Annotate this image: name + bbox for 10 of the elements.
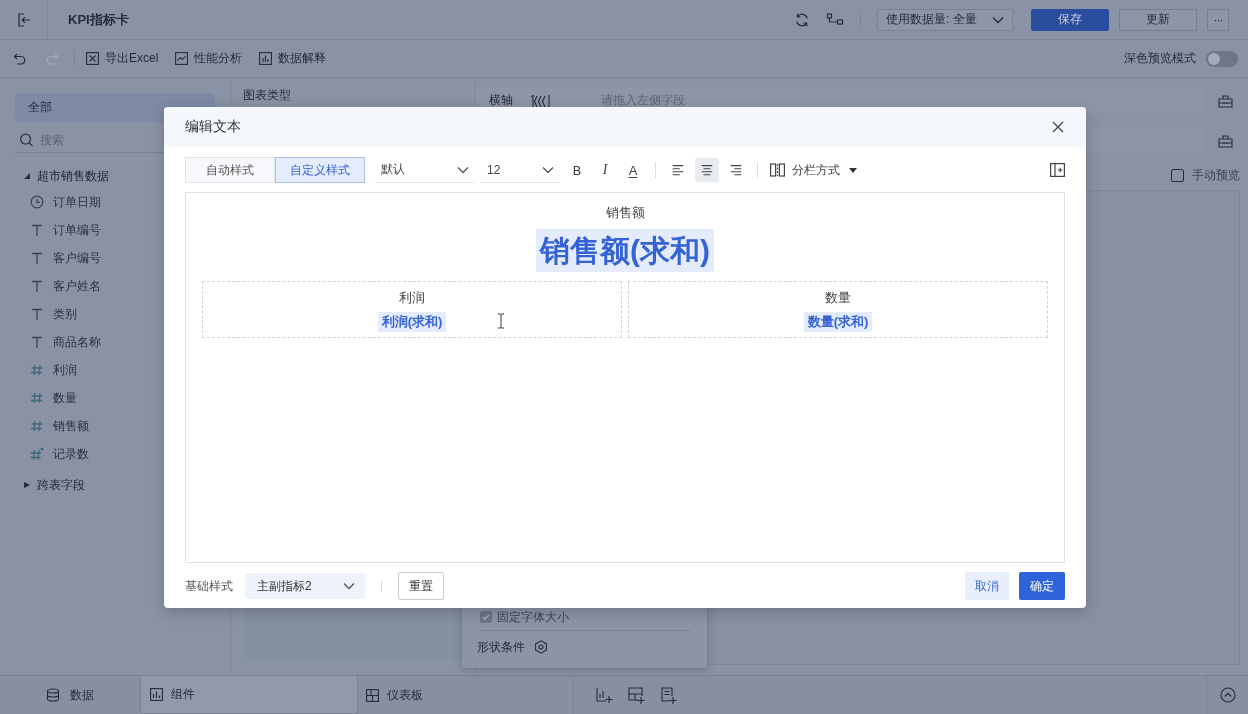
shape-condition-label: 形状条件 xyxy=(477,638,525,656)
sub-metric-title: 数量 xyxy=(825,290,851,306)
chart-type-heading: 图表类型 xyxy=(243,87,292,104)
base-style-label: 基础样式 xyxy=(185,577,233,595)
dark-preview-label: 深色预览模式 xyxy=(1124,50,1196,67)
sub-metric-title: 利润 xyxy=(399,290,425,306)
main-metric-title: 销售额 xyxy=(605,205,645,221)
fixed-font-size-label: 固定字体大小 xyxy=(497,608,569,626)
page-title: KPI指标卡 xyxy=(68,10,129,29)
manual-preview-label: 手动预览 xyxy=(1192,166,1240,184)
